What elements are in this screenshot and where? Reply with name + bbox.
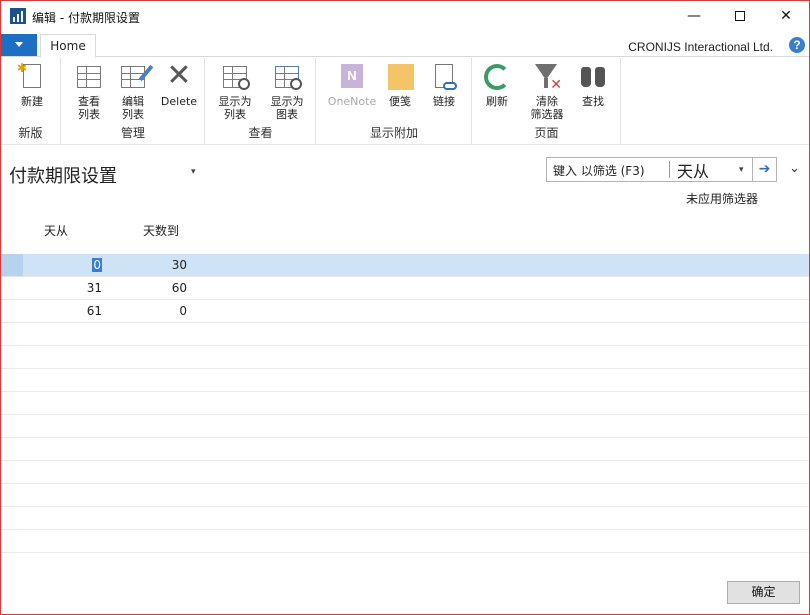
delete-button[interactable]: ✕ Delete [156, 58, 202, 109]
days-to-cell[interactable]: 30 [172, 258, 187, 272]
filter-search-input[interactable]: 键入 以筛选 (F3) [553, 162, 645, 179]
column-header-days-to[interactable]: 天数到 [143, 222, 179, 239]
column-header-days-from[interactable]: 天从 [44, 222, 68, 239]
window-title: 编辑 - 付款期限设置 [32, 11, 140, 25]
group-label-page: 页面 [534, 126, 559, 140]
maximize-icon [735, 11, 745, 21]
notes-button[interactable]: 便笺 [381, 62, 419, 108]
empty-row[interactable] [1, 323, 809, 346]
group-page: 刷新 ✕ 清除 筛选器 查找 页面 [473, 58, 621, 144]
magnifier-icon [290, 78, 302, 90]
ribbon-tab-row: Home CRONIJS Interactional Ltd. ? [1, 32, 809, 58]
filter-status: 未应用筛选器 [686, 192, 759, 206]
help-icon[interactable]: ? [789, 37, 805, 53]
company-name[interactable]: CRONIJS Interactional Ltd. [628, 40, 773, 54]
new-button[interactable]: ✱ 新建 [9, 62, 55, 108]
edit-list-button[interactable]: 编辑 列表 [112, 62, 154, 121]
ribbon: ✱ 新建 新版 查看 列表 编辑 列表 ✕ Delete 管理 显示为 列表 显… [1, 58, 809, 145]
view-list-icon [77, 66, 101, 88]
delete-icon: ✕ [166, 58, 192, 93]
show-as-list-label: 显示为 列表 [218, 95, 252, 121]
group-view: 显示为 列表 显示为 图表 查看 [206, 58, 316, 144]
empty-row[interactable] [1, 369, 809, 392]
chevron-down-icon[interactable]: ▾ [739, 165, 744, 175]
table-row[interactable]: 61 0 [1, 300, 809, 323]
clear-x-icon: ✕ [550, 77, 562, 93]
group-new: ✱ 新建 新版 [1, 58, 61, 144]
empty-row[interactable] [1, 461, 809, 484]
group-label-view: 查看 [248, 126, 273, 140]
refresh-label: 刷新 [486, 95, 508, 108]
onenote-button[interactable]: N OneNote [323, 62, 381, 108]
show-as-list-button[interactable]: 显示为 列表 [212, 62, 258, 121]
minimize-button[interactable]: — [671, 1, 717, 32]
show-as-chart-button[interactable]: 显示为 图表 [262, 62, 312, 121]
notes-label: 便笺 [389, 95, 411, 108]
find-button[interactable]: 查找 [573, 62, 613, 108]
ok-button[interactable]: 确定 [727, 581, 800, 604]
empty-row[interactable] [1, 438, 809, 461]
title-bar: 编辑 - 付款期限设置 — ✕ [1, 1, 809, 32]
magnifier-icon [238, 78, 250, 90]
row-selector[interactable] [1, 254, 23, 276]
delete-label: Delete [160, 95, 198, 108]
maximize-button[interactable] [717, 1, 763, 32]
filter-bar[interactable]: 键入 以筛选 (F3) 天从 ▾ [546, 157, 753, 182]
page-title: 付款期限设置 [9, 166, 117, 187]
find-label: 查找 [582, 95, 604, 108]
links-button[interactable]: 链接 [425, 62, 463, 108]
days-from-cell[interactable]: 31 [87, 281, 102, 295]
group-manage: 查看 列表 编辑 列表 ✕ Delete 管理 [62, 58, 205, 144]
empty-row[interactable] [1, 484, 809, 507]
empty-row[interactable] [1, 530, 809, 553]
chevron-down-icon[interactable]: ▾ [191, 167, 196, 177]
refresh-button[interactable]: 刷新 [479, 62, 515, 108]
group-label-manage: 管理 [120, 126, 145, 140]
view-list-label: 查看 列表 [78, 95, 100, 121]
close-button[interactable]: ✕ [763, 1, 809, 32]
clear-filter-button[interactable]: ✕ 清除 筛选器 [525, 62, 569, 121]
empty-row[interactable] [1, 415, 809, 438]
empty-row[interactable] [1, 507, 809, 530]
app-logo-icon [10, 8, 26, 24]
links-label: 链接 [433, 95, 455, 108]
sparkle-icon: ✱ [17, 61, 28, 75]
empty-row[interactable] [1, 346, 809, 369]
edit-list-label: 编辑 列表 [122, 95, 144, 121]
app-window: 编辑 - 付款期限设置 — ✕ Home CRONIJS Interaction… [0, 0, 810, 615]
chain-link-icon [443, 82, 457, 90]
binoculars-icon [581, 67, 605, 87]
group-label-new: 新版 [18, 126, 43, 140]
apply-filter-button[interactable]: ➔ [753, 157, 777, 182]
sticky-note-icon [388, 64, 414, 90]
group-label-show-attached: 显示附加 [369, 126, 418, 140]
empty-row[interactable] [1, 392, 809, 415]
table-row[interactable]: 0 30 [1, 254, 809, 277]
new-button-label: 新建 [21, 95, 43, 108]
table-row[interactable]: 31 60 [1, 277, 809, 300]
refresh-icon [484, 64, 510, 90]
days-from-cell[interactable]: 61 [87, 304, 102, 318]
show-as-chart-label: 显示为 图表 [270, 95, 304, 121]
clear-filter-label: 清除 筛选器 [530, 95, 564, 121]
days-from-cell[interactable]: 0 [92, 258, 102, 272]
collapse-chevron-icon[interactable]: ⌄ [789, 161, 800, 176]
filter-field-select[interactable]: 天从 [677, 158, 709, 182]
app-menu-button[interactable] [1, 34, 37, 56]
onenote-label: OneNote [327, 95, 377, 108]
tab-home[interactable]: Home [40, 34, 96, 58]
days-to-cell[interactable]: 60 [172, 281, 187, 295]
group-show-attached: N OneNote 便笺 链接 显示附加 [317, 58, 472, 144]
onenote-icon: N [341, 64, 363, 88]
days-to-cell[interactable]: 0 [179, 304, 187, 318]
view-list-button[interactable]: 查看 列表 [68, 62, 110, 121]
